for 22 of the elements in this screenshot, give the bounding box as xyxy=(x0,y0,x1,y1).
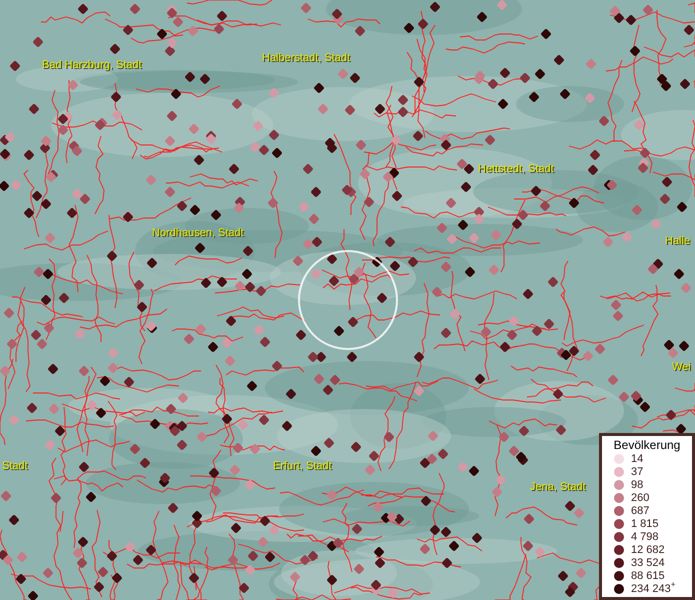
place-label: Hettstedt, Stadt xyxy=(478,164,554,175)
place-label: Erfurt, Stadt xyxy=(273,461,332,472)
legend-label: 234 243$^{+}$ xyxy=(631,582,676,594)
legend-label: 4 798 xyxy=(631,530,659,542)
place-label: Nordhausen, Stadt xyxy=(152,228,244,239)
place-label: Stadt xyxy=(2,461,28,472)
legend-label: 1 815 xyxy=(631,518,659,530)
legend-label: 12 682 xyxy=(631,544,665,556)
map-view[interactable]: Bad Harzburg, Stadt Halberstadt, Stadt Hettstedt, Stadt Nordhausen, Stadt Halle Wei Stadt Erfurt, Stadt Jena, Stadt Bevölkerung 14 37 98 260 687 1 815 4 798 12 682 33 524 88 615 234 243$^{+}$ xyxy=(0,0,695,600)
legend-label: 14 xyxy=(631,452,644,464)
legend-label: 260 xyxy=(631,492,650,504)
legend-label: 33 524 xyxy=(631,556,665,568)
legend-label: 687 xyxy=(631,504,650,516)
place-label: Halberstadt, Stadt xyxy=(262,53,350,64)
legend-label: 37 xyxy=(631,466,644,478)
place-label: Jena, Stadt xyxy=(530,482,586,493)
place-label: Wei xyxy=(672,362,691,373)
legend-label: 98 xyxy=(631,478,644,490)
legend-label: 88 615 xyxy=(631,570,665,582)
legend-title: Bevölkerung xyxy=(612,438,682,452)
place-label: Halle xyxy=(665,236,690,247)
place-label: Bad Harzburg, Stadt xyxy=(42,60,142,71)
